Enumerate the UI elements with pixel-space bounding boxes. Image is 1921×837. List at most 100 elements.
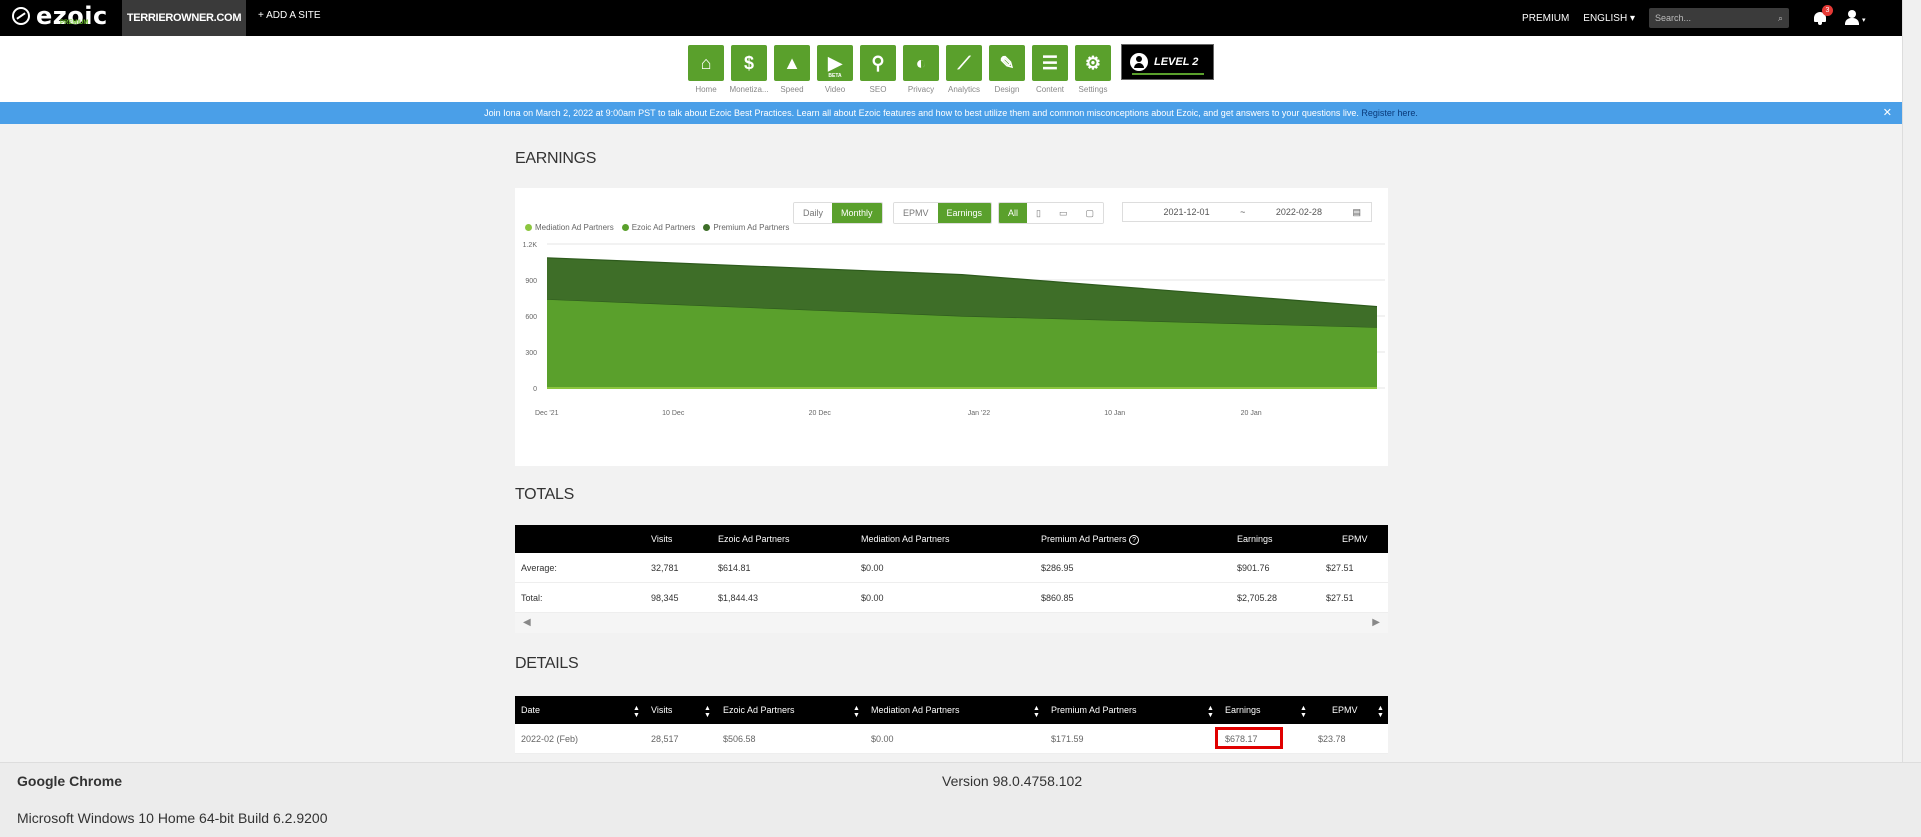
sort-icon[interactable]: ▲ ▼	[1207, 705, 1214, 719]
chart-icon: ⟋	[946, 45, 982, 81]
cell-epmv: $27.51	[1326, 593, 1354, 603]
row-label: Average:	[521, 563, 557, 573]
search-icon[interactable]: ⌕	[1778, 13, 1783, 24]
header-earnings: Earnings	[1237, 534, 1273, 544]
header-date[interactable]: Date	[521, 705, 540, 715]
header-visits[interactable]: Visits	[651, 705, 672, 715]
cell-date: 2022-02 (Feb)	[521, 734, 579, 744]
sort-icon[interactable]: ▲ ▼	[853, 705, 860, 719]
x-tick-label: Jan '22	[968, 410, 990, 417]
nav-label: Settings	[1078, 85, 1108, 94]
cell-ezoic: $506.58	[723, 734, 756, 744]
header-premium[interactable]: Premium Ad Partners	[1051, 705, 1137, 715]
x-tick-label: 20 Jan	[1241, 410, 1262, 417]
scroll-right-icon[interactable]: ▶	[1372, 617, 1380, 628]
header-mediation: Mediation Ad Partners	[861, 534, 950, 544]
add-site-link[interactable]: + ADD A SITE	[258, 10, 321, 21]
nav-item-monetiza[interactable]: $ Monetiza...	[729, 45, 769, 94]
browser-name: Google Chrome	[17, 773, 123, 789]
cell-epmv: $27.51	[1326, 563, 1354, 573]
cell-earnings: $2,705.28	[1237, 593, 1278, 603]
video-icon: ▶ BETA	[817, 45, 853, 81]
search-icon: ⚲	[860, 45, 896, 81]
totals-header: Visits Ezoic Ad Partners Mediation Ad Pa…	[515, 525, 1388, 553]
header-premium: Premium Ad Partners ?	[1041, 534, 1140, 545]
nav-label: Monetiza...	[729, 85, 769, 94]
sort-icon[interactable]: ▲ ▼	[704, 705, 711, 719]
notification-count-badge: 3	[1822, 5, 1833, 16]
banner-text: Join Iona on March 2, 2022 at 9:00am PST…	[484, 108, 1359, 118]
header-epmv: EPMV	[1342, 534, 1368, 544]
register-link[interactable]: Register here.	[1361, 108, 1418, 118]
main-content: EARNINGS Daily Monthly EPMV Earnings All…	[0, 124, 1902, 762]
cell-visits: 28,517	[651, 734, 679, 744]
y-tick-label: 1.2K	[523, 242, 538, 249]
nav-label: Home	[695, 85, 717, 94]
os-info: Microsoft Windows 10 Home 64-bit Build 6…	[17, 810, 328, 826]
nav-item-content[interactable]: ☰ Content	[1032, 45, 1068, 94]
nav-label: Design	[994, 85, 1020, 94]
level-progress-bar	[1132, 73, 1204, 75]
help-icon[interactable]: ?	[1129, 535, 1140, 545]
header-epmv[interactable]: EPMV	[1332, 705, 1358, 715]
language-dropdown[interactable]: ENGLISH ▾	[1583, 13, 1635, 24]
search-input[interactable]: Search... ⌕	[1649, 8, 1789, 28]
header-premium-label: Premium Ad Partners	[1041, 534, 1127, 544]
chevron-down-icon: ▾	[1629, 12, 1635, 24]
user-menu-icon[interactable]: ▾	[1845, 10, 1869, 26]
sort-icon[interactable]: ▲ ▼	[1300, 705, 1307, 719]
nav-item-privacy[interactable]: ◐ Privacy	[903, 45, 939, 94]
notification-bell-icon[interactable]: 3	[1813, 5, 1833, 26]
scroll-left-icon[interactable]: ◀	[523, 617, 531, 628]
system-info-footer: Google Chrome Version 98.0.4758.102 Micr…	[0, 762, 1921, 837]
table-row: Average: 32,781 $614.81 $0.00 $286.95 $9…	[515, 553, 1388, 583]
y-tick-label: 900	[525, 278, 537, 285]
sort-icon[interactable]: ▲ ▼	[1033, 705, 1040, 719]
header-ezoic[interactable]: Ezoic Ad Partners	[723, 705, 795, 715]
vertical-scrollbar[interactable]	[1902, 0, 1921, 762]
level-badge[interactable]: LEVEL 2	[1121, 44, 1214, 80]
gear-icon: ⚙	[1075, 45, 1111, 81]
nav-item-analytics[interactable]: ⟋ Analytics	[946, 45, 982, 94]
horizontal-scrollbar[interactable]: ◀ ▶	[515, 613, 1388, 633]
header-mediation[interactable]: Mediation Ad Partners	[871, 705, 960, 715]
nav-item-design[interactable]: ✎ Design	[989, 45, 1025, 94]
details-header: Date ▲ ▼ Visits ▲ ▼ Ezoic Ad Partners ▲ ▼ Medi…	[515, 696, 1388, 724]
dollar-icon: $	[731, 45, 767, 81]
earnings-title: EARNINGS	[515, 150, 597, 167]
close-icon[interactable]: ✕	[1883, 102, 1892, 124]
design-icon: ✎	[989, 45, 1025, 81]
cell-ezoic: $614.81	[718, 563, 751, 573]
nav-item-settings[interactable]: ⚙ Settings	[1075, 45, 1111, 94]
x-tick-label: 10 Dec	[662, 410, 685, 417]
nav-label: SEO	[869, 85, 887, 94]
x-tick-label: 20 Dec	[809, 410, 832, 417]
cell-visits: 98,345	[651, 593, 679, 603]
details-title: DETAILS	[515, 655, 579, 672]
nav-label: Speed	[780, 85, 804, 94]
x-tick-label: 10 Jan	[1104, 410, 1125, 417]
nav-item-seo[interactable]: ⚲ SEO	[860, 45, 896, 94]
sort-icon[interactable]: ▲ ▼	[633, 705, 640, 719]
totals-title: TOTALS	[515, 486, 574, 503]
nav-item-video[interactable]: ▶ BETA Video	[817, 45, 853, 94]
cell-epmv: $23.78	[1318, 734, 1346, 744]
y-tick-label: 600	[525, 314, 537, 321]
nav-item-speed[interactable]: ▲ Speed	[774, 45, 810, 94]
main-navigation: ⌂ Home $ Monetiza... ▲ Speed ▶ BETA Video ⚲ SEO ◐ Pr…	[0, 36, 1902, 102]
search-placeholder: Search...	[1655, 13, 1692, 23]
header-visits: Visits	[651, 534, 673, 544]
cell-premium: $171.59	[1051, 734, 1084, 744]
nav-item-home[interactable]: ⌂ Home	[688, 45, 724, 94]
sort-icon[interactable]: ▲ ▼	[1377, 705, 1384, 719]
earnings-area-chart: 0 300 600 900 1.2K Dec '21 10 Dec 20 Dec Jan '22…	[523, 242, 1385, 417]
beta-badge: BETA	[828, 73, 842, 79]
language-label: ENGLISH	[1583, 12, 1628, 24]
premium-link[interactable]: PREMIUM	[1522, 13, 1569, 24]
nav-label: Analytics	[947, 85, 980, 94]
site-selector[interactable]: TERRIEROWNER.COM	[122, 0, 246, 36]
nav-label: Video	[824, 85, 846, 94]
shield-icon: ◐	[903, 45, 939, 81]
header-earnings[interactable]: Earnings	[1225, 705, 1261, 715]
x-tick-label: Dec '21	[535, 410, 559, 417]
